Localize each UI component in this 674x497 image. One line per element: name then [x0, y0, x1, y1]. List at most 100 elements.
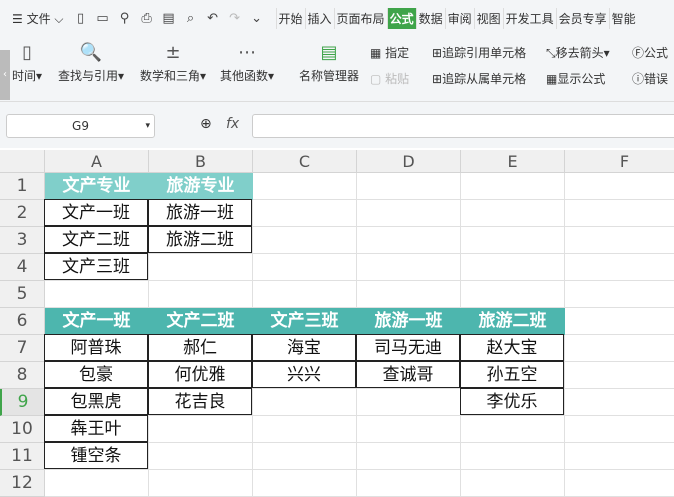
cell[interactable]: [253, 173, 357, 200]
cell[interactable]: [565, 281, 674, 308]
cell[interactable]: [565, 362, 674, 389]
fx-icon[interactable]: fx: [226, 116, 239, 132]
cell[interactable]: [253, 470, 357, 497]
new-icon[interactable]: ▯: [73, 11, 89, 26]
cell[interactable]: [357, 227, 461, 254]
select-all-corner[interactable]: [0, 150, 45, 173]
zoom-icon[interactable]: ⊕: [200, 116, 212, 132]
table-cell[interactable]: 文产二班: [44, 226, 148, 253]
tab-page-layout[interactable]: 页面布局: [333, 7, 387, 29]
save-icon[interactable]: ▭: [95, 11, 111, 26]
column-header-A[interactable]: A: [45, 150, 149, 173]
cell[interactable]: [357, 281, 461, 308]
table-cell[interactable]: 司马无迪: [356, 334, 460, 361]
table-cell[interactable]: 旅游专业: [149, 173, 253, 200]
cell[interactable]: [565, 200, 674, 227]
table-cell[interactable]: 旅游一班: [148, 199, 252, 226]
table-cell[interactable]: 旅游一班: [357, 308, 461, 335]
table-cell[interactable]: 文产三班: [44, 253, 148, 280]
cell[interactable]: [461, 281, 565, 308]
cell[interactable]: [149, 281, 253, 308]
table-cell[interactable]: 孙五空: [460, 361, 564, 388]
row-header-12[interactable]: 12: [0, 470, 45, 497]
cell[interactable]: [357, 200, 461, 227]
row-header-8[interactable]: 8: [0, 362, 45, 389]
error-check-button[interactable]: ⓘ错误: [632, 70, 668, 87]
cell[interactable]: [45, 470, 149, 497]
cell[interactable]: [565, 227, 674, 254]
name-box[interactable]: G9 ▾: [6, 114, 155, 138]
cell[interactable]: [357, 173, 461, 200]
remove-arrows-button[interactable]: ⤡移去箭头▾: [546, 44, 610, 61]
table-cell[interactable]: 李优乐: [460, 388, 564, 415]
cell[interactable]: [253, 254, 357, 281]
cell[interactable]: [461, 227, 565, 254]
cell[interactable]: [149, 470, 253, 497]
paste-button[interactable]: ▢ 粘贴: [370, 70, 409, 87]
trace-precedents-button[interactable]: ⊞追踪引用单元格: [432, 44, 526, 61]
ribbon-scroll-left[interactable]: ‹: [0, 50, 10, 100]
table-cell[interactable]: 文产三班: [253, 308, 357, 335]
table-cell[interactable]: 犇王叶: [44, 415, 148, 442]
formula-eval-button[interactable]: Ⓕ公式: [632, 44, 668, 61]
cell[interactable]: [253, 281, 357, 308]
table-cell[interactable]: 文产专业: [45, 173, 149, 200]
cell[interactable]: [565, 470, 674, 497]
lookup-button[interactable]: 🔍 查找与引用▾: [58, 42, 124, 84]
cell[interactable]: [461, 173, 565, 200]
row-header-10[interactable]: 10: [0, 416, 45, 443]
tab-review[interactable]: 审阅: [444, 7, 474, 29]
column-header-B[interactable]: B: [149, 150, 253, 173]
table-cell[interactable]: 兴兴: [252, 361, 356, 388]
table-cell[interactable]: 赵大宝: [460, 334, 564, 361]
format-painter-icon[interactable]: ⚲: [117, 11, 133, 26]
cell[interactable]: [357, 443, 461, 470]
datetime-button[interactable]: ▯ 时间▾: [12, 42, 42, 84]
cell[interactable]: [149, 443, 253, 470]
column-header-D[interactable]: D: [357, 150, 461, 173]
cell[interactable]: [565, 173, 674, 200]
table-cell[interactable]: 包黑虎: [44, 388, 148, 415]
table-cell[interactable]: 文产一班: [45, 308, 149, 335]
name-manager-button[interactable]: ▤ 名称管理器: [299, 42, 359, 84]
row-header-5[interactable]: 5: [0, 281, 45, 308]
cell[interactable]: [461, 443, 565, 470]
cell[interactable]: [461, 254, 565, 281]
cell[interactable]: [461, 200, 565, 227]
tab-insert[interactable]: 插入: [304, 7, 334, 29]
print-icon[interactable]: ⎙: [139, 11, 155, 26]
table-cell[interactable]: 锺空条: [44, 442, 148, 469]
math-button[interactable]: ± 数学和三角▾: [140, 42, 206, 84]
cell[interactable]: [565, 335, 674, 362]
cell[interactable]: [357, 470, 461, 497]
row-header-6[interactable]: 6: [0, 308, 45, 335]
cell[interactable]: [253, 443, 357, 470]
table-cell[interactable]: 旅游二班: [461, 308, 565, 335]
other-functions-button[interactable]: ⋯ 其他函数▾: [220, 42, 274, 84]
assign-button[interactable]: ▦ 指定: [370, 44, 409, 61]
table-cell[interactable]: 包豪: [44, 361, 148, 388]
cell[interactable]: [45, 281, 149, 308]
row-header-4[interactable]: 4: [0, 254, 45, 281]
cell[interactable]: [253, 200, 357, 227]
cell[interactable]: [565, 389, 674, 416]
table-cell[interactable]: 查诚哥: [356, 361, 460, 388]
row-header-9[interactable]: 9: [0, 389, 45, 416]
more-icon[interactable]: ⌄: [249, 11, 265, 26]
row-header-2[interactable]: 2: [0, 200, 45, 227]
cell[interactable]: [357, 254, 461, 281]
cell[interactable]: [461, 470, 565, 497]
table-cell[interactable]: 郝仁: [148, 334, 252, 361]
row-header-7[interactable]: 7: [0, 335, 45, 362]
cell[interactable]: [149, 416, 253, 443]
cell[interactable]: [357, 389, 461, 416]
cell[interactable]: [565, 443, 674, 470]
row-header-1[interactable]: 1: [0, 173, 45, 200]
column-header-F[interactable]: F: [565, 150, 674, 173]
trace-dependents-button[interactable]: ⊞追踪从属单元格: [432, 70, 526, 87]
cell[interactable]: [253, 227, 357, 254]
tab-developer[interactable]: 开发工具: [502, 7, 556, 29]
table-cell[interactable]: 海宝: [252, 334, 356, 361]
table-cell[interactable]: 旅游二班: [148, 226, 252, 253]
tab-data[interactable]: 数据: [415, 7, 445, 29]
